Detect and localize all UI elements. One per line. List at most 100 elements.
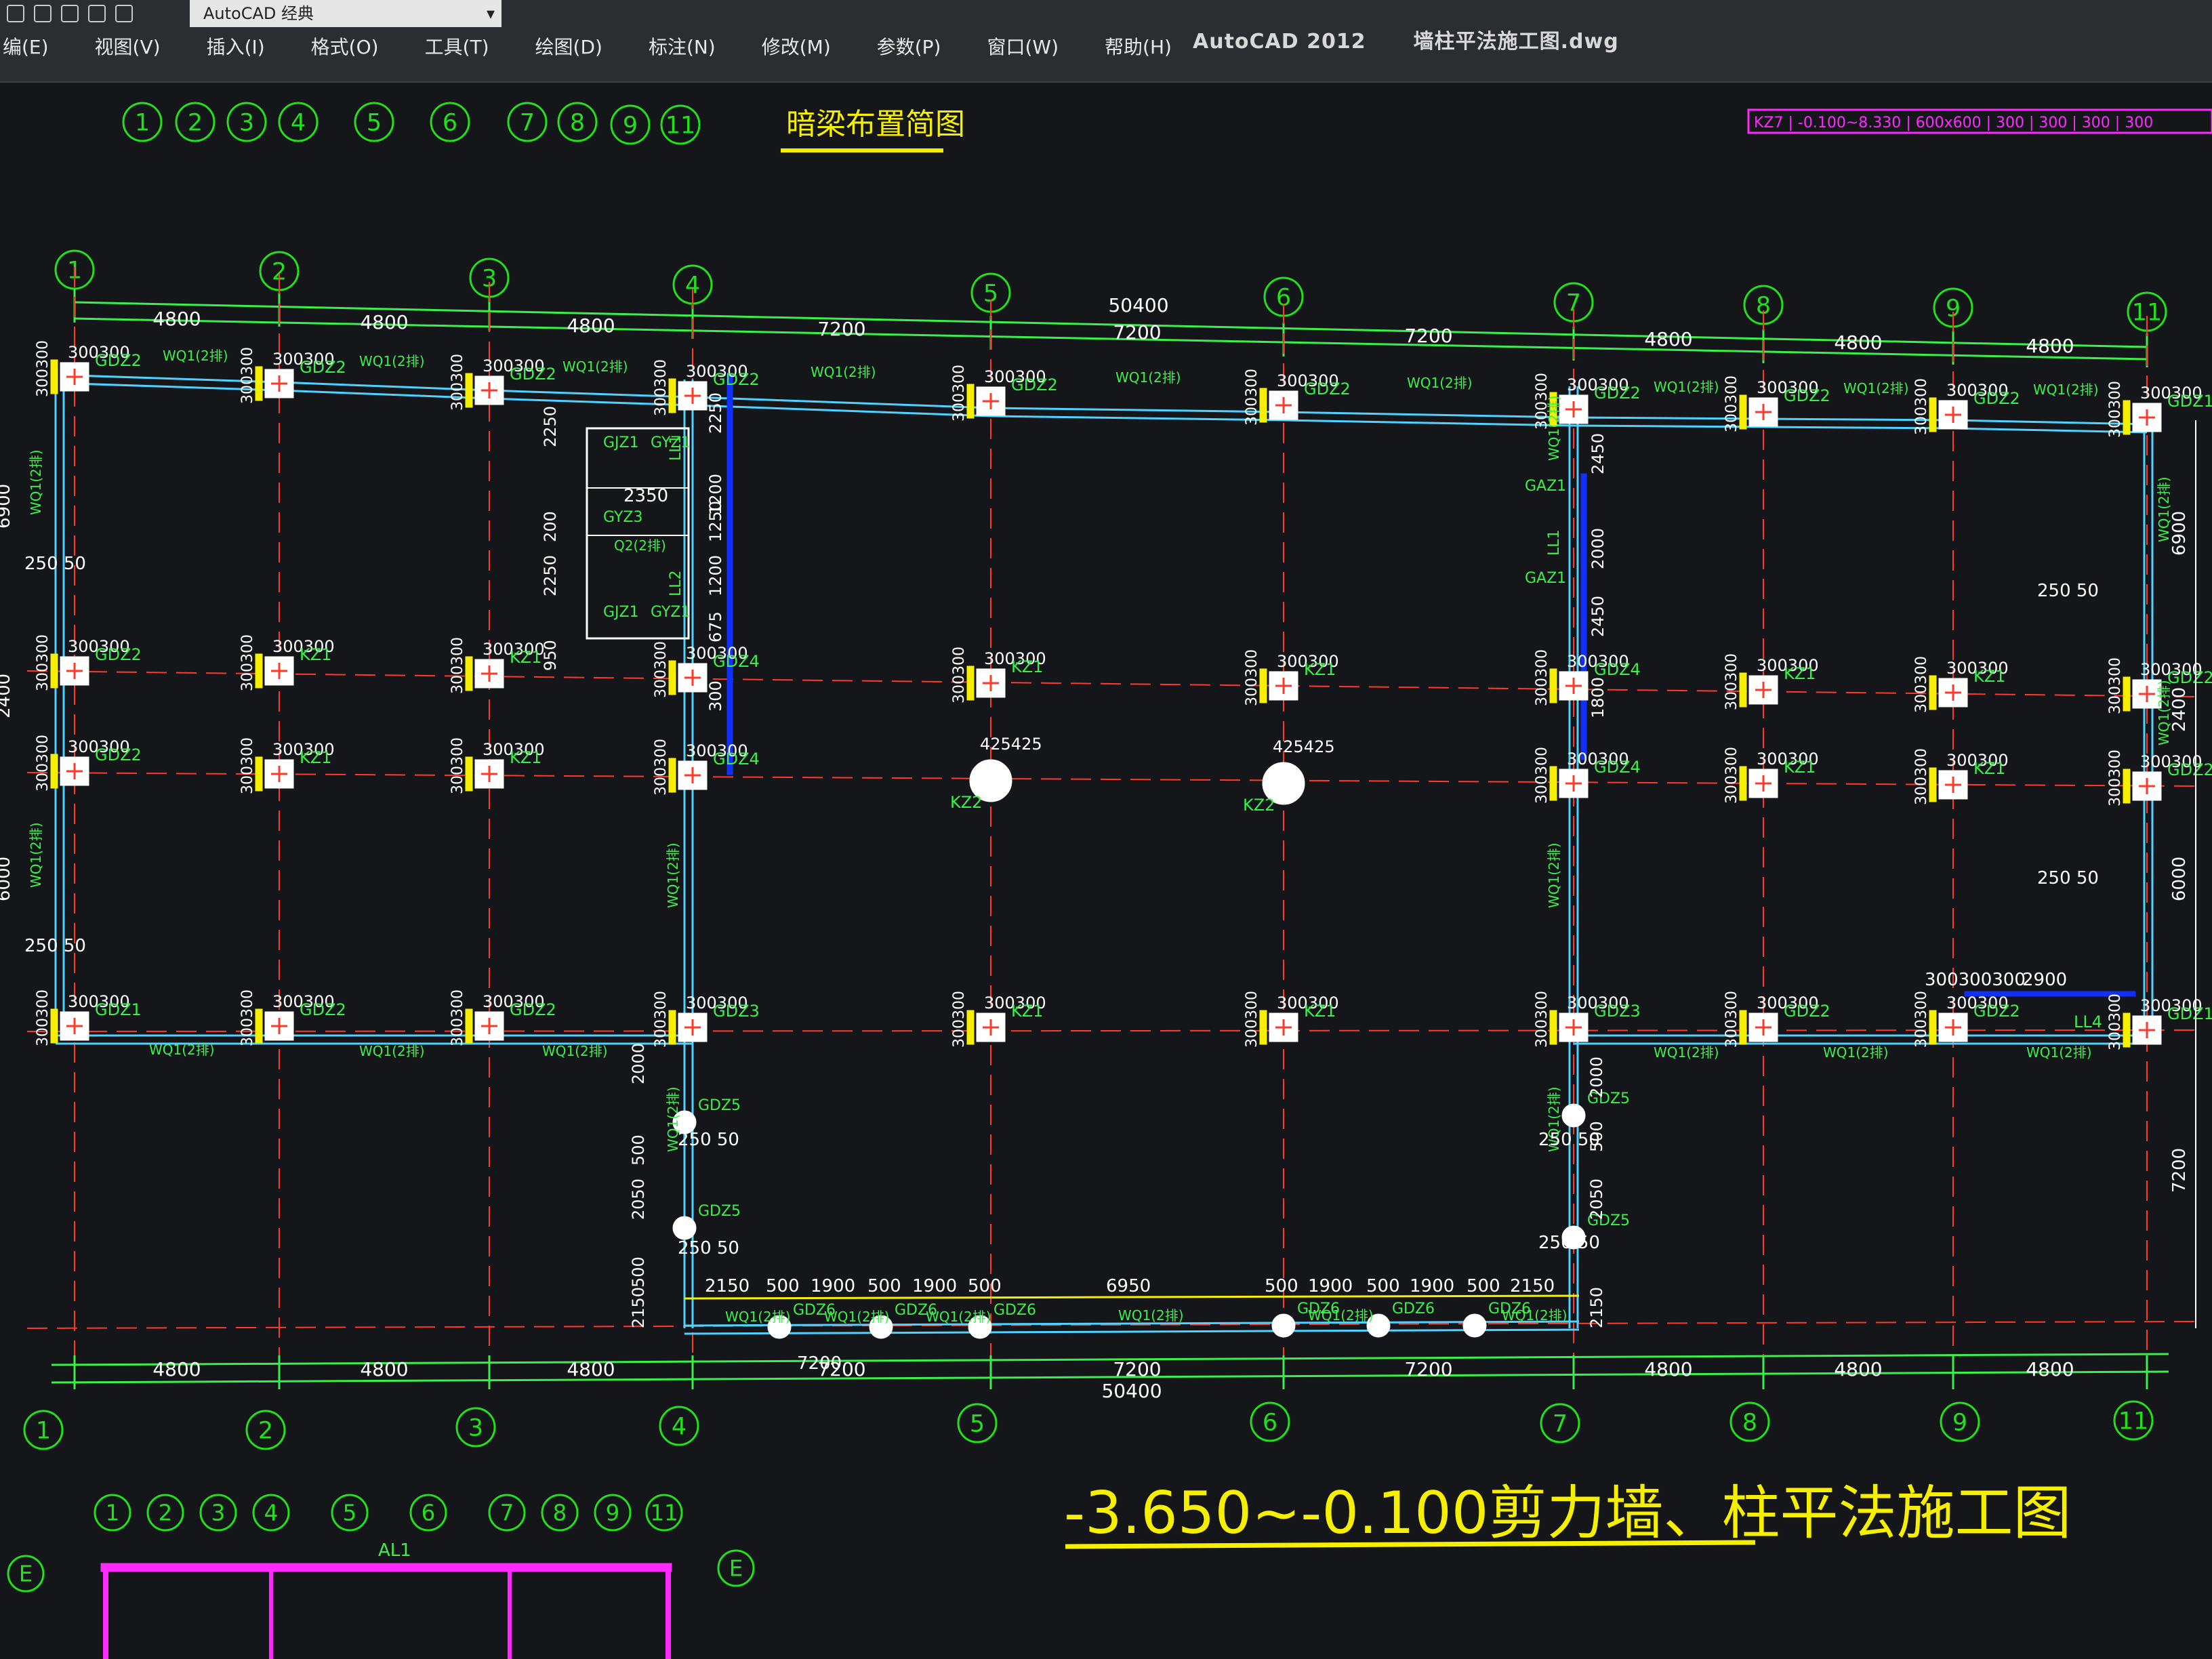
gaz1-tag-b: GAZ1 [1525,570,1566,587]
column-1-6-yellow [1549,668,1557,703]
wall-tag-20: WQ1(2排) [1502,1307,1568,1324]
lower-dim-6: 6950 [1106,1276,1151,1296]
menu-item-10[interactable]: 帮助(H) [1082,34,1195,61]
column-1-6-label: GDZ4 [1594,660,1641,679]
wall-tag-4: WQ1(2排) [1115,369,1181,386]
menu-item-0[interactable]: 编(E) [0,34,72,61]
column-3-7-dim-side: 300300 [1723,991,1740,1048]
al1-beam [100,1563,672,1572]
menu-item-2[interactable]: 插入(I) [184,34,288,61]
menu-item-1[interactable]: 视图(V) [72,34,184,61]
wall-tag-19: WQ1(2排) [1308,1307,1374,1324]
column-1-7-label: KZ1 [1784,664,1816,683]
column-1-1-dim-side: 300300 [239,634,256,691]
column-1-0-yellow [50,653,58,689]
round-col-dim-1: 425425 [1273,737,1335,756]
menu-item-7[interactable]: 修改(M) [739,34,854,61]
bottom-axis-8-label: 8 [1742,1410,1757,1437]
column-3-9-dim-side: 300300 [2107,994,2124,1050]
column-3-8-dim-side: 300300 [1913,991,1930,1048]
top-wall-a-4 [990,407,1284,413]
undo-icon[interactable] [88,5,106,22]
window-title: AutoCAD 2012 墙柱平法施工图.dwg [1193,24,1666,54]
column-1-5-yellow [1259,668,1267,703]
column-0-0-yellow [50,359,58,394]
left-dim-1: 2400 [0,674,14,718]
bottom-small-axis-9-label: 9 [606,1500,620,1526]
post-label-0: GDZ5 [698,1097,741,1114]
column-0-2-yellow [465,373,473,408]
column-2-7-yellow [2123,769,2131,804]
redo-icon[interactable] [115,5,133,22]
column-1-3-label: GDZ4 [713,652,760,671]
bottom-span-dim-8: 4800 [2026,1358,2074,1380]
lower-span-4: 7200 [797,1353,842,1374]
menu-item-5[interactable]: 绘图(D) [512,34,626,61]
wall-dim-v-1: 500 [629,1134,648,1166]
thickness-3: 250 50 [2037,868,2099,888]
wall-tag-10: WQ1(2排) [359,1043,425,1059]
core-dim-3: 1200 [706,555,725,596]
column-2-1-label: KZ1 [300,748,331,767]
column-0-7-dim-side: 300300 [1723,375,1740,432]
right-dim-0: 6900 [2169,511,2190,556]
top-span-dim-1: 4800 [360,311,408,333]
column-1-1-label: KZ1 [300,645,331,664]
column-2-6-yellow [1929,767,1937,802]
top-span-dim-2: 4800 [567,314,615,337]
bottom-axis-4-label: 4 [672,1414,687,1441]
chevron-down-icon: ▾ [486,4,495,23]
thickness-0: 250 50 [24,554,86,574]
left-dim-2: 6000 [0,857,14,901]
column-2-2-label: KZ1 [510,748,541,767]
core-dim-2: 1250 [706,501,725,542]
column-0-4-dim-side: 300300 [951,365,968,422]
thickness-2: 250 50 [2037,581,2099,601]
new-file-icon[interactable] [7,5,24,22]
column-2-5-label: KZ1 [1784,758,1816,777]
axis-E-left-label: E [19,1561,33,1587]
workspace-label: AutoCAD 经典 [203,4,314,23]
post-9 [1462,1313,1487,1338]
lbl-gjz1: GJZ1 [603,434,639,451]
column-1-6-dim-side: 300300 [1534,649,1551,706]
column-1-8-dim-side: 300300 [1913,656,1930,713]
bottom-small-axis-2-label: 2 [159,1500,173,1526]
wall-tag-17: WQ1(2排) [926,1309,991,1325]
top-span-dim-4: 7200 [1113,321,1161,344]
column-0-5-yellow [1259,388,1267,423]
wall-dim-v-4: 2150 [629,1287,648,1328]
workspace-dropdown[interactable]: AutoCAD 经典 ▾ [190,0,501,27]
column-1-9-yellow [2123,676,2131,712]
menu-item-3[interactable]: 格式(O) [288,34,402,61]
menu-item-6[interactable]: 标注(N) [626,34,739,61]
save-icon[interactable] [61,5,79,22]
open-file-icon[interactable] [34,5,52,22]
core7-dim-2: 2450 [1589,596,1607,637]
column-3-0-yellow [50,1008,58,1044]
column-2-1-dim-side: 300300 [239,737,256,794]
bottom-axis-3-label: 3 [468,1415,483,1442]
column-1-7-dim-side: 300300 [1723,653,1740,710]
blue-beam-4 [726,373,733,775]
column-2-4-label: GDZ4 [1594,758,1641,777]
column-0-9-label: GDZ1 [2167,392,2212,411]
column-3-1-dim-side: 300300 [239,989,256,1046]
core-dim-4: 675 [706,611,725,642]
wall-tag-16: WQ1(2排) [824,1309,890,1325]
bottom-axis-5-label: 5 [970,1411,985,1438]
mini-axis-8-label: 8 [570,110,585,137]
menu-item-9[interactable]: 窗口(W) [964,34,1082,61]
menu-item-8[interactable]: 参数(P) [854,34,964,61]
top-wall-b-5 [1283,419,1574,427]
column-0-2-dim-side: 300300 [449,354,466,411]
column-2-0-label: GDZ2 [95,745,142,764]
bottom-small-axis-6-label: 6 [422,1500,436,1526]
cad-drawing-canvas[interactable]: 1 2 3 4 5 6 7 8 9 11 暗梁布置简图 KZ7 | -0.100~8.330 | 60… [0,83,2212,1659]
column-0-3-label: GDZ2 [713,370,760,389]
menu-item-4[interactable]: 工具(T) [402,34,512,61]
column-1-1-yellow [255,653,263,689]
wall-tag-7: WQ1(2排) [1843,380,1909,396]
wall-tag-3: WQ1(2排) [811,364,876,380]
bottom-span-dim-6: 4800 [1644,1358,1692,1380]
